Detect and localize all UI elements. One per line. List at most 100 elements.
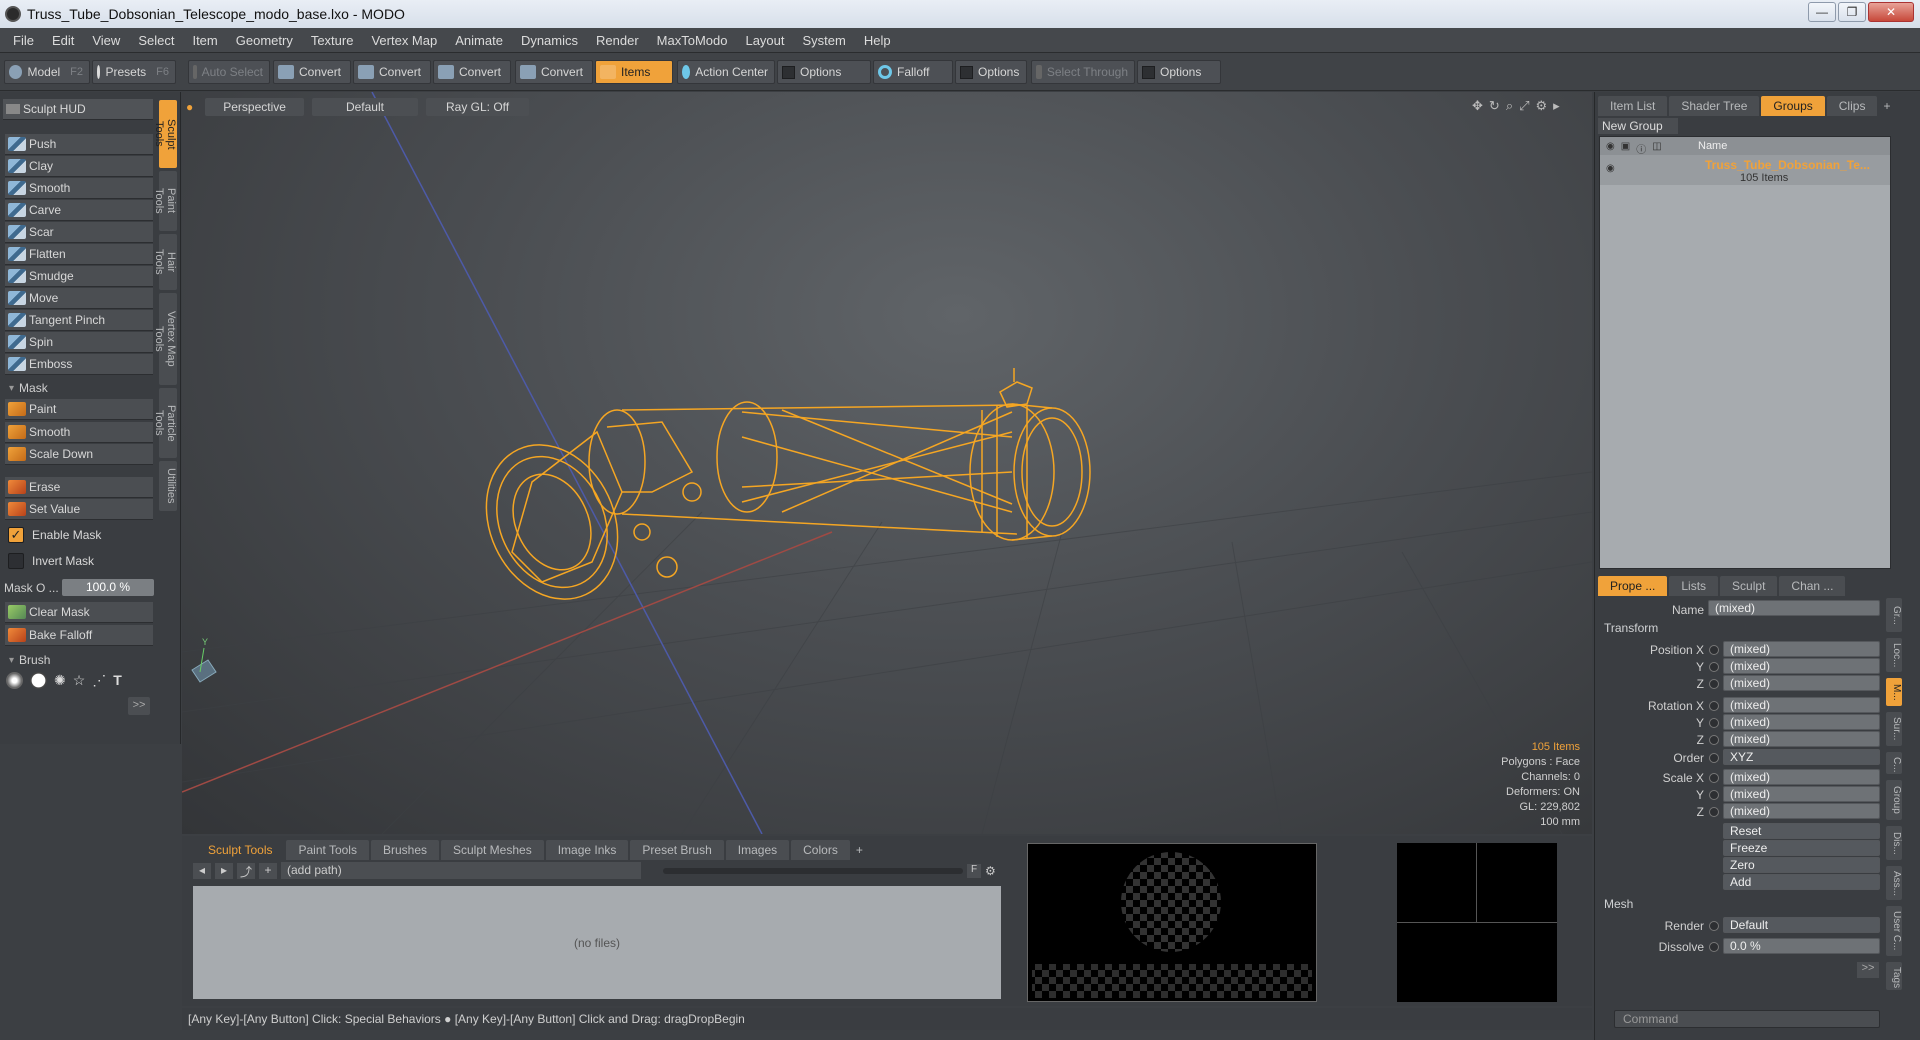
menu-system[interactable]: System	[794, 33, 855, 48]
tab-properties[interactable]: Prope ...	[1598, 576, 1668, 596]
order-dropdown[interactable]: XYZ	[1723, 749, 1880, 765]
mask-opacity-field[interactable]: 100.0 %	[62, 579, 154, 596]
mask-scale-down[interactable]: Scale Down	[5, 444, 153, 465]
anim-dot[interactable]	[1709, 645, 1719, 655]
side-tab-tags[interactable]: Tags	[1886, 962, 1902, 990]
side-tab-mesh[interactable]: M...	[1886, 678, 1902, 706]
tab-preset-brush[interactable]: Preset Brush	[630, 840, 724, 860]
tab-sculpt[interactable]: Sculpt	[1720, 576, 1778, 596]
anim-dot[interactable]	[1709, 718, 1719, 728]
add-bottom-tab-icon[interactable]: +	[852, 840, 867, 860]
rotation-x-field[interactable]: (mixed)	[1723, 697, 1880, 713]
tab-colors[interactable]: Colors	[791, 840, 850, 860]
reset-dropdown[interactable]: Reset	[1723, 823, 1880, 839]
tab-vertex-map-tools[interactable]: Vertex Map Tools	[153, 293, 177, 385]
rotation-z-field[interactable]: (mixed)	[1723, 731, 1880, 747]
add-path-icon[interactable]: +	[259, 862, 277, 879]
select-through-button[interactable]: Select Through	[1031, 60, 1135, 84]
expand-icon[interactable]: ▸	[1553, 98, 1560, 114]
menu-texture[interactable]: Texture	[302, 33, 363, 48]
convert-materials-button[interactable]: Convert	[515, 60, 593, 84]
browser-settings-icon[interactable]: ⚙	[985, 864, 996, 878]
anim-dot[interactable]	[1709, 662, 1719, 672]
menu-help[interactable]: Help	[855, 33, 900, 48]
side-tab-group[interactable]: Gr...	[1886, 598, 1902, 632]
thumbnail-slot[interactable]	[1477, 843, 1557, 923]
sculpt-hud-button[interactable]: Sculpt HUD	[3, 99, 153, 120]
properties-more-button[interactable]: >>	[1857, 962, 1879, 978]
tool-tangent-pinch[interactable]: Tangent Pinch	[5, 310, 153, 331]
position-z-field[interactable]: (mixed)	[1723, 675, 1880, 691]
side-tab-c[interactable]: C...	[1886, 752, 1902, 774]
parent-folder-icon[interactable]: ⤴	[237, 862, 255, 879]
anim-dot[interactable]	[1709, 942, 1719, 952]
procedural-brush-icon[interactable]: ⋰	[92, 672, 106, 689]
clear-mask-button[interactable]: Clear Mask	[5, 602, 153, 623]
group-row[interactable]: ◉ Truss_Tube_Dobsonian_Te... 105 Items	[1600, 155, 1890, 185]
add-tab-icon[interactable]: +	[1879, 96, 1894, 116]
zoom-icon[interactable]: ⌕	[1506, 98, 1513, 114]
telescope-wireframe[interactable]	[462, 368, 1091, 621]
falloff-button[interactable]: Falloff	[873, 60, 953, 84]
anim-dot[interactable]	[1709, 773, 1719, 783]
filter-button[interactable]: F	[967, 863, 981, 878]
row-eye-icon[interactable]: ◉	[1606, 163, 1615, 174]
enable-mask-toggle[interactable]: ✓ Enable Mask	[5, 524, 153, 545]
viewport-menu-dot[interactable]: ●	[182, 100, 197, 114]
mask-set-value[interactable]: Set Value	[5, 499, 153, 520]
anim-dot[interactable]	[1709, 735, 1719, 745]
brush-section-header[interactable]: Brush	[5, 651, 153, 669]
tab-channels[interactable]: Chan ...	[1779, 576, 1846, 596]
menu-file[interactable]: File	[4, 33, 43, 48]
path-dropdown[interactable]: (add path)	[281, 862, 641, 879]
rotate-icon[interactable]: ↻	[1489, 98, 1500, 114]
tab-sculpt-meshes[interactable]: Sculpt Meshes	[441, 840, 544, 860]
tool-smooth[interactable]: Smooth	[5, 178, 153, 199]
tool-flatten[interactable]: Flatten	[5, 244, 153, 265]
tool-scar[interactable]: Scar	[5, 222, 153, 243]
menu-animate[interactable]: Animate	[446, 33, 512, 48]
scale-z-field[interactable]: (mixed)	[1723, 803, 1880, 819]
fit-icon[interactable]: ⤢	[1519, 98, 1529, 114]
falloff-options[interactable]: Options	[955, 60, 1027, 84]
convert-edges-button[interactable]: Convert	[353, 60, 431, 84]
convert-polygons-button[interactable]: Convert	[433, 60, 511, 84]
action-center-options[interactable]: Options	[777, 60, 871, 84]
anim-dot[interactable]	[1709, 921, 1719, 931]
render-dropdown[interactable]: Default	[1723, 917, 1880, 933]
tab-item-list[interactable]: Item List	[1598, 96, 1668, 116]
groups-list[interactable]: Name ◉ ▣ ⓘ ◫ ◉ Truss_Tube_Dobsonian_Te... 1…	[1599, 136, 1891, 569]
axis-gizmo[interactable]: Y	[191, 637, 217, 683]
menu-layout[interactable]: Layout	[736, 33, 793, 48]
tool-move[interactable]: Move	[5, 288, 153, 309]
tab-lists[interactable]: Lists	[1669, 576, 1719, 596]
new-group-button[interactable]: New Group	[1598, 118, 1678, 134]
brush-preview[interactable]	[1027, 843, 1317, 1002]
tool-smudge[interactable]: Smudge	[5, 266, 153, 287]
bake-falloff-button[interactable]: Bake Falloff	[5, 625, 153, 646]
select-options[interactable]: Options	[1137, 60, 1221, 84]
rotation-y-field[interactable]: (mixed)	[1723, 714, 1880, 730]
anim-dot[interactable]	[1709, 679, 1719, 689]
menu-dynamics[interactable]: Dynamics	[512, 33, 587, 48]
invert-mask-toggle[interactable]: Invert Mask	[5, 550, 153, 571]
viewport-settings-icon[interactable]: ⚙	[1536, 98, 1548, 114]
view-type-dropdown[interactable]: Perspective	[205, 98, 304, 116]
zero-dropdown[interactable]: Zero	[1723, 857, 1880, 873]
file-browser-area[interactable]: (no files)	[193, 886, 1001, 999]
tab-paint-tools[interactable]: Paint Tools	[153, 171, 177, 231]
tab-hair-tools[interactable]: Hair Tools	[153, 234, 177, 290]
tool-push[interactable]: Push	[5, 134, 153, 155]
tool-spin[interactable]: Spin	[5, 332, 153, 353]
dissolve-field[interactable]: 0.0 %	[1723, 938, 1880, 954]
side-tab-group2[interactable]: Group	[1886, 780, 1902, 820]
add-dropdown[interactable]: Add	[1723, 874, 1880, 890]
menu-edit[interactable]: Edit	[43, 33, 83, 48]
hard-brush-icon[interactable]	[30, 672, 47, 689]
shading-dropdown[interactable]: Default	[311, 98, 418, 116]
menu-geometry[interactable]: Geometry	[227, 33, 302, 48]
more-button[interactable]: >>	[128, 697, 150, 715]
side-tab-location[interactable]: Loc...	[1886, 638, 1902, 672]
close-button[interactable]: ✕	[1868, 2, 1914, 22]
maximize-button[interactable]: ❐	[1838, 2, 1866, 22]
